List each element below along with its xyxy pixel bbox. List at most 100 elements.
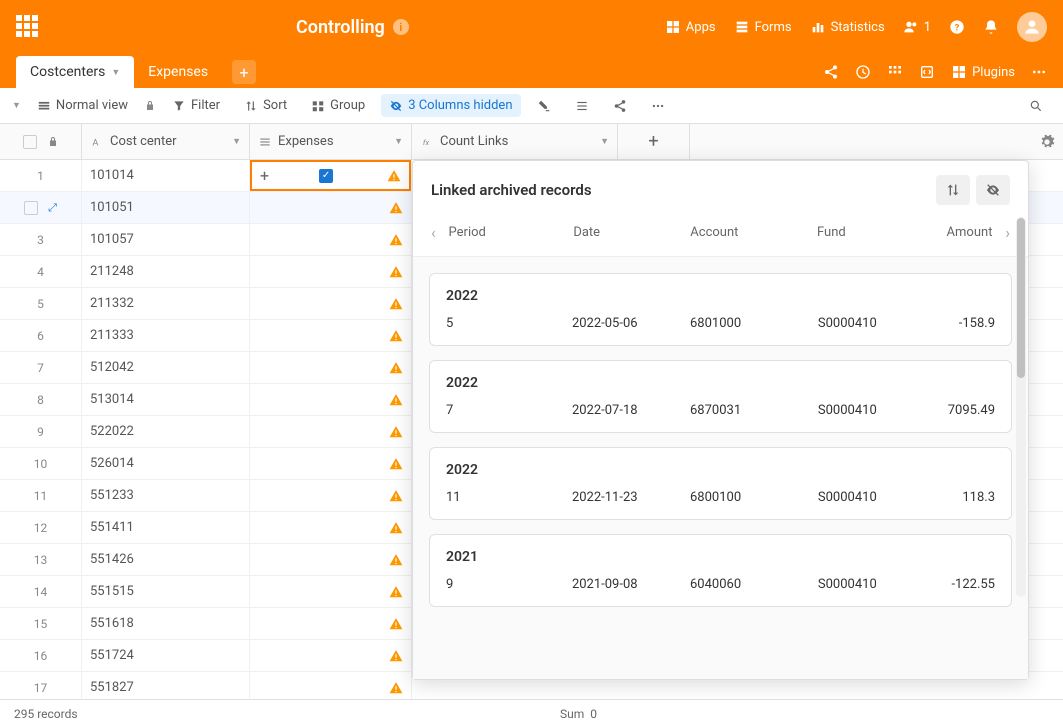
more-icon[interactable] (1031, 64, 1047, 80)
cell-expenses[interactable] (250, 384, 412, 415)
cell-expenses[interactable] (250, 320, 412, 351)
cell-cost-center[interactable]: 211248 (82, 256, 250, 287)
forms-link[interactable]: Forms (734, 19, 792, 35)
view-mode-button[interactable]: Normal view (29, 94, 136, 117)
cell-cost-center[interactable]: 551515 (82, 576, 250, 607)
plugins-link[interactable]: Plugins (951, 64, 1015, 80)
cell-cost-center[interactable]: 211333 (82, 320, 250, 351)
column-cost-center[interactable]: ACost center▼ (82, 124, 250, 159)
info-icon[interactable]: i (393, 19, 409, 35)
cell-cost-center[interactable]: 551618 (82, 608, 250, 639)
cell-expenses[interactable] (250, 640, 412, 671)
record-card[interactable]: 2022112022-11-236800100S0000410118.3 (429, 447, 1012, 520)
row-number[interactable]: 10 (0, 448, 82, 479)
gear-icon[interactable] (1039, 134, 1055, 150)
more-tools-button[interactable] (643, 95, 673, 117)
cell-expenses[interactable] (250, 544, 412, 575)
row-number[interactable]: 5 (0, 288, 82, 319)
checkbox[interactable] (24, 201, 38, 215)
cell-expenses[interactable]: +✓ (250, 160, 412, 191)
avatar[interactable] (1017, 12, 1047, 42)
cell-cost-center[interactable]: 101051 (82, 192, 250, 223)
history-icon[interactable] (855, 64, 871, 80)
users-count[interactable]: 1 (903, 19, 931, 35)
scroll-thumb[interactable] (1017, 218, 1025, 378)
plus-icon[interactable]: + (260, 166, 269, 185)
cell-cost-center[interactable]: 551724 (82, 640, 250, 671)
row-number[interactable]: 13 (0, 544, 82, 575)
hide-panel-button[interactable] (976, 175, 1010, 205)
row-number[interactable]: 16 (0, 640, 82, 671)
row-number[interactable]: 3 (0, 224, 82, 255)
column-count-links[interactable]: fxCount Links▼ (412, 124, 618, 159)
sort-panel-button[interactable] (936, 175, 970, 205)
cell-cost-center[interactable]: 101014 (82, 160, 250, 191)
row-height-button[interactable] (567, 95, 597, 117)
row-number[interactable]: ⤢ (0, 192, 82, 223)
cell-expenses[interactable] (250, 288, 412, 319)
apps-link[interactable]: Apps (665, 19, 716, 35)
row-number[interactable]: 9 (0, 416, 82, 447)
cell-expenses[interactable] (250, 256, 412, 287)
record-card[interactable]: 202272022-07-186870031S00004107095.49 (429, 360, 1012, 433)
scroll-left-button[interactable]: ‹ (431, 223, 449, 242)
hidden-columns-button[interactable]: 3 Columns hidden (381, 94, 520, 117)
row-number[interactable]: 1 (0, 160, 82, 191)
lock-icon[interactable] (144, 100, 156, 112)
cell-cost-center[interactable]: 101057 (82, 224, 250, 255)
record-card[interactable]: 202252022-05-066801000S0000410-158.9 (429, 273, 1012, 346)
filter-button[interactable]: Filter (164, 94, 228, 117)
cell-expenses[interactable] (250, 480, 412, 511)
apps-grid-icon[interactable] (16, 15, 40, 39)
tab-expenses[interactable]: Expenses (134, 56, 222, 88)
row-number[interactable]: 7 (0, 352, 82, 383)
cell-expenses[interactable] (250, 608, 412, 639)
select-all-header[interactable] (0, 124, 82, 159)
cell-expenses[interactable] (250, 192, 412, 223)
bell-icon[interactable] (983, 19, 999, 35)
cell-cost-center[interactable]: 211332 (82, 288, 250, 319)
format-button[interactable] (529, 95, 559, 117)
cell-cost-center[interactable]: 551426 (82, 544, 250, 575)
checkbox[interactable] (23, 135, 37, 149)
group-button[interactable]: Group (303, 94, 373, 117)
add-column-button[interactable]: + (618, 124, 690, 159)
customize-icon[interactable] (887, 64, 903, 80)
cell-expenses[interactable] (250, 352, 412, 383)
row-number[interactable]: 8 (0, 384, 82, 415)
cell-cost-center[interactable]: 512042 (82, 352, 250, 383)
cell-expenses[interactable] (250, 416, 412, 447)
cell-cost-center[interactable]: 551233 (82, 480, 250, 511)
scrollbar[interactable] (1016, 217, 1026, 597)
add-tab-button[interactable]: + (232, 60, 256, 84)
cell-cost-center[interactable]: 526014 (82, 448, 250, 479)
search-button[interactable] (1021, 95, 1051, 117)
cell-cost-center[interactable]: 513014 (82, 384, 250, 415)
cell-expenses[interactable] (250, 224, 412, 255)
sort-button[interactable]: Sort (236, 94, 295, 117)
row-number[interactable]: 6 (0, 320, 82, 351)
chevron-down-icon[interactable]: ▼ (111, 67, 120, 78)
tab-costcenters[interactable]: Costcenters▼ (16, 56, 134, 88)
cell-cost-center[interactable]: 522022 (82, 416, 250, 447)
column-expenses[interactable]: Expenses▼ (250, 124, 412, 159)
share-icon[interactable] (823, 64, 839, 80)
row-number[interactable]: 4 (0, 256, 82, 287)
share-view-button[interactable] (605, 95, 635, 117)
row-number[interactable]: 12 (0, 512, 82, 543)
api-icon[interactable] (919, 64, 935, 80)
scroll-right-button[interactable]: › (992, 223, 1010, 242)
cell-expenses[interactable] (250, 512, 412, 543)
cell-expenses[interactable] (250, 576, 412, 607)
active-cell[interactable]: +✓ (250, 160, 411, 191)
cell-expenses[interactable] (250, 448, 412, 479)
panel-body[interactable]: 202252022-05-066801000S0000410-158.9 2022… (413, 257, 1028, 679)
record-card[interactable]: 202192021-09-086040060S0000410-122.55 (429, 534, 1012, 607)
expand-icon[interactable]: ⤢ (48, 201, 57, 215)
row-number[interactable]: 15 (0, 608, 82, 639)
chevron-down-icon[interactable]: ▼ (12, 100, 21, 111)
cell-cost-center[interactable]: 551411 (82, 512, 250, 543)
row-number[interactable]: 14 (0, 576, 82, 607)
row-number[interactable]: 11 (0, 480, 82, 511)
statistics-link[interactable]: Statistics (810, 19, 885, 35)
